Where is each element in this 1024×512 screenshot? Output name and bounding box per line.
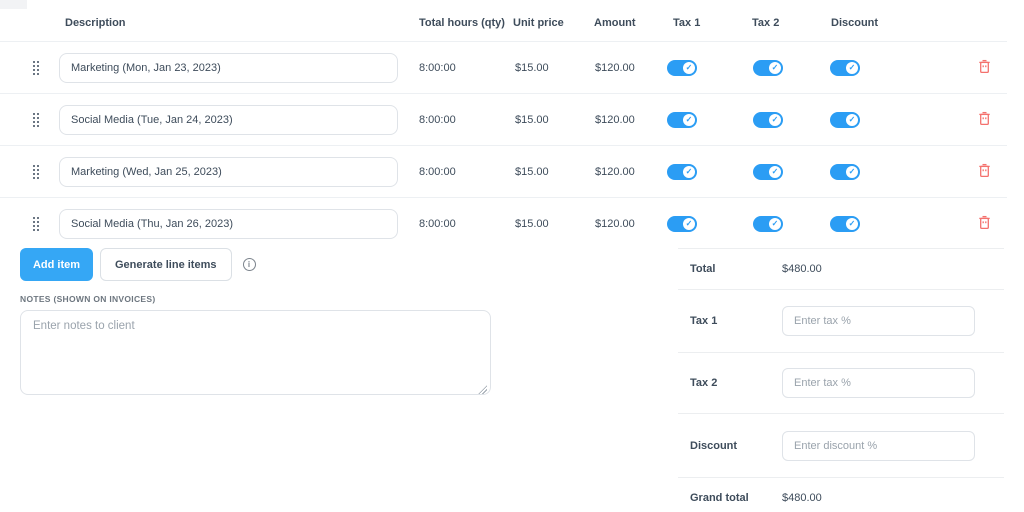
table-header-row: Description Total hours (qty) Unit price… xyxy=(0,0,1007,42)
generate-line-items-button[interactable]: Generate line items xyxy=(100,248,232,281)
line-item-row: 8:00:00 $15.00 $120.00 ✓ ✓ ✓ xyxy=(0,146,1007,198)
trash-icon xyxy=(979,111,990,125)
summary-row-tax1: Tax 1 xyxy=(678,289,1004,352)
check-icon: ✓ xyxy=(683,113,695,126)
check-icon: ✓ xyxy=(769,113,781,126)
header-description: Description xyxy=(65,17,126,29)
notes-section: NOTES (SHOWN ON INVOICES) xyxy=(20,294,491,400)
discount-label: Discount xyxy=(690,439,738,452)
description-input[interactable] xyxy=(59,156,398,187)
check-icon: ✓ xyxy=(683,61,695,74)
amount-cell: $120.00 xyxy=(595,61,635,74)
discount-toggle[interactable]: ✓ xyxy=(830,111,860,128)
trash-icon xyxy=(979,163,990,177)
delete-row-button[interactable] xyxy=(978,111,991,126)
header-total-hours: Total hours (qty) xyxy=(419,17,505,29)
amount-cell: $120.00 xyxy=(595,165,635,178)
tax2-toggle[interactable]: ✓ xyxy=(753,111,783,128)
description-input[interactable] xyxy=(59,52,398,83)
drag-handle-icon[interactable] xyxy=(33,112,55,127)
check-icon: ✓ xyxy=(769,165,781,178)
summary-row-grand-total: Grand total $480.00 xyxy=(678,477,1004,512)
header-tax1: Tax 1 xyxy=(673,17,701,29)
hours-cell: 8:00:00 xyxy=(419,113,456,126)
delete-row-button[interactable] xyxy=(978,215,991,230)
unit-price-cell: $15.00 xyxy=(515,165,549,178)
check-icon: ✓ xyxy=(769,61,781,74)
trash-icon xyxy=(979,59,990,73)
drag-handle-icon[interactable] xyxy=(33,217,55,231)
check-icon: ✓ xyxy=(846,165,858,178)
grand-total-value: $480.00 xyxy=(782,491,822,504)
tax1-toggle[interactable]: ✓ xyxy=(667,163,697,180)
delete-row-button[interactable] xyxy=(978,163,991,178)
discount-input[interactable] xyxy=(782,430,975,461)
check-icon: ✓ xyxy=(683,165,695,178)
amount-cell: $120.00 xyxy=(595,113,635,126)
unit-price-cell: $15.00 xyxy=(515,113,549,126)
line-item-row: 8:00:00 $15.00 $120.00 ✓ ✓ ✓ xyxy=(0,94,1007,146)
grand-total-label: Grand total xyxy=(690,491,749,504)
hours-cell: 8:00:00 xyxy=(419,165,456,178)
tax2-toggle[interactable]: ✓ xyxy=(753,216,783,232)
check-icon: ✓ xyxy=(846,61,858,74)
header-discount: Discount xyxy=(831,17,879,29)
tax1-toggle[interactable]: ✓ xyxy=(667,111,697,128)
table-actions: Add item Generate line items i xyxy=(20,248,256,281)
total-label: Total xyxy=(690,263,716,275)
check-icon: ✓ xyxy=(769,218,781,230)
delete-row-button[interactable] xyxy=(978,59,991,74)
hours-cell: 8:00:00 xyxy=(419,61,456,74)
header-tax2: Tax 2 xyxy=(752,17,780,29)
notes-label: NOTES (SHOWN ON INVOICES) xyxy=(20,294,156,304)
summary-row-total: Total $480.00 xyxy=(678,248,1004,289)
discount-toggle[interactable]: ✓ xyxy=(830,163,860,180)
notes-textarea[interactable] xyxy=(20,310,491,395)
check-icon: ✓ xyxy=(846,113,858,126)
header-unit-price: Unit price xyxy=(513,17,564,29)
amount-cell: $120.00 xyxy=(595,218,635,230)
line-item-row: 8:00:00 $15.00 $120.00 ✓ ✓ ✓ xyxy=(0,42,1007,94)
drag-handle-icon[interactable] xyxy=(33,164,55,179)
summary-row-tax2: Tax 2 xyxy=(678,352,1004,413)
tax2-toggle[interactable]: ✓ xyxy=(753,163,783,180)
tax1-label: Tax 1 xyxy=(690,315,718,327)
unit-price-cell: $15.00 xyxy=(515,61,549,74)
discount-toggle[interactable]: ✓ xyxy=(830,59,860,76)
header-amount: Amount xyxy=(594,17,636,29)
check-icon: ✓ xyxy=(683,218,695,230)
summary-row-discount: Discount xyxy=(678,413,1004,477)
tax2-toggle[interactable]: ✓ xyxy=(753,59,783,76)
line-items-table: Description Total hours (qty) Unit price… xyxy=(0,0,1007,250)
hours-cell: 8:00:00 xyxy=(419,218,456,230)
description-input[interactable] xyxy=(59,209,398,239)
tax1-toggle[interactable]: ✓ xyxy=(667,216,697,232)
description-input[interactable] xyxy=(59,104,398,135)
line-item-row: 8:00:00 $15.00 $120.00 ✓ ✓ ✓ xyxy=(0,198,1007,250)
total-value: $480.00 xyxy=(782,263,822,275)
info-icon[interactable]: i xyxy=(242,258,256,271)
tax2-input[interactable] xyxy=(782,368,975,398)
tax1-input[interactable] xyxy=(782,306,975,336)
tax2-label: Tax 2 xyxy=(690,377,718,389)
drag-handle-icon[interactable] xyxy=(33,60,55,75)
trash-icon xyxy=(979,215,990,230)
check-icon: ✓ xyxy=(846,218,858,230)
invoice-line-items-editor: Description Total hours (qty) Unit price… xyxy=(0,0,1024,512)
tax1-toggle[interactable]: ✓ xyxy=(667,59,697,76)
unit-price-cell: $15.00 xyxy=(515,218,549,230)
discount-toggle[interactable]: ✓ xyxy=(830,216,860,232)
invoice-summary: Total $480.00 Tax 1 Tax 2 Discount Grand… xyxy=(678,248,1004,512)
add-item-button[interactable]: Add item xyxy=(20,248,93,281)
